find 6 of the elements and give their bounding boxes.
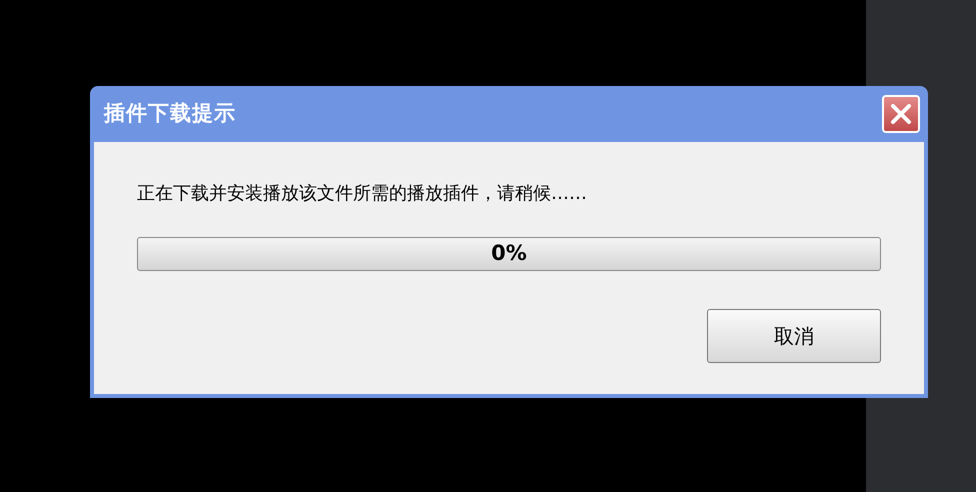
close-button[interactable] xyxy=(882,95,920,133)
close-icon xyxy=(889,102,913,126)
progress-reading: 0% xyxy=(491,240,527,268)
window-title: 插件下载提示 xyxy=(104,100,236,128)
message-text: 正在下载并安装播放该文件所需的播放插件，请稍候…… xyxy=(137,182,588,206)
cancel-button[interactable]: 取消 xyxy=(707,309,881,363)
